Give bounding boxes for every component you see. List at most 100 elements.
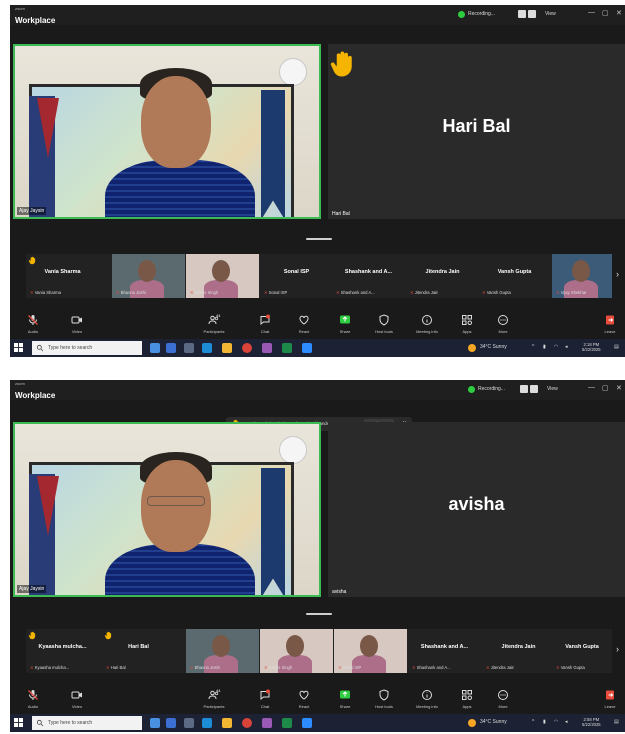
wifi-icon[interactable]: ◠ [554,344,558,350]
taskbar-search-box[interactable]: Type here to search [32,716,142,730]
taskbar-search-box[interactable]: Type here to search [32,341,142,355]
maximize-button[interactable]: ▢ [602,9,609,17]
gallery-resize-handle[interactable] [306,238,332,240]
meeting-info-button[interactable]: Meeting info [410,689,444,709]
participant-tile[interactable]: Vansh Gupta Vansh Gupta [478,254,551,298]
minimize-button[interactable]: — [588,9,595,16]
more-button[interactable]: More [486,689,520,709]
close-button[interactable]: ✕ [616,384,622,392]
windows-start-icon[interactable] [14,718,23,727]
close-button[interactable]: ✕ [616,9,622,17]
raised-hand-icon [330,51,352,77]
taskbar-app-icon[interactable] [150,343,160,353]
taskbar-app-icon[interactable] [184,343,194,353]
edge-icon[interactable] [202,718,212,728]
participant-tile[interactable]: Shashank and A... Shashank and A... [332,254,405,298]
excel-icon[interactable] [282,718,292,728]
taskbar-app-icon[interactable] [184,718,194,728]
participant-tile[interactable]: Kyaasha mulcha... Kyaasha mulcha... [26,629,99,673]
wifi-icon[interactable]: ◠ [554,719,558,725]
chevron-right-icon[interactable]: › [616,644,619,654]
participant-label: Bhavna Joshi [116,290,146,295]
participant-video-tile[interactable]: Kalani Singh [260,629,333,673]
stop-recording-button[interactable] [530,385,538,393]
participant-tile[interactable]: Vania Sharma Vania Sharma [26,254,99,298]
view-button[interactable]: View [547,386,558,392]
participant-video-tile[interactable]: Vijay Shekhar [552,254,612,298]
participant-label: Vansh Gupta [482,290,511,295]
share-button[interactable]: Share [328,314,362,334]
pause-recording-button[interactable] [520,385,528,393]
gallery-resize-handle[interactable] [306,613,332,615]
taskbar-app-icon[interactable] [262,718,272,728]
audio-button[interactable]: Audio [16,314,50,334]
taskbar-clock[interactable]: 2:58 PM 5/22/2025 [582,717,601,728]
volume-icon[interactable]: ◂ [565,719,568,725]
minimize-button[interactable]: — [588,384,595,391]
volume-icon[interactable]: ◂ [565,344,568,350]
notification-icon[interactable]: ▤ [614,344,619,350]
microphone-muted-icon [28,690,38,700]
zoom-icon[interactable] [302,343,312,353]
excel-icon[interactable] [282,343,292,353]
participant-strip: Vania Sharma Vania Sharma Bhavna Joshi K… [26,254,612,298]
chat-button[interactable]: Chat [248,689,282,709]
file-explorer-icon[interactable] [222,718,232,728]
chrome-icon[interactable] [242,718,252,728]
participant-tile[interactable]: Jitendra Jain Jitendra Jain [482,629,555,673]
participant-tile[interactable]: Hari Bal Hari Bal [102,629,175,673]
main-video-tile[interactable]: Ajay Jaysin [13,422,321,597]
participant-tile[interactable]: Jitendra Jain Jitendra Jain [406,254,479,298]
taskbar-app-icon[interactable] [166,343,176,353]
more-button[interactable]: More [486,314,520,334]
meeting-info-button[interactable]: Meeting info [410,314,444,334]
zoom-icon[interactable] [302,718,312,728]
active-speaker-name: Hari Bal [442,116,511,136]
taskbar-clock[interactable]: 2:18 PM 5/22/2025 [582,342,601,353]
taskbar-app-icon[interactable] [150,718,160,728]
host-tools-button[interactable]: Host tools [367,689,401,709]
main-video-tile[interactable]: Ajay Jaysin [13,44,321,219]
file-explorer-icon[interactable] [222,343,232,353]
network-icon[interactable]: ▮ [543,344,546,350]
participants-button[interactable]: 44 Participants [197,313,231,334]
edge-icon[interactable] [202,343,212,353]
host-tools-button[interactable]: Host tools [367,314,401,334]
leave-button[interactable]: Leave [596,689,624,709]
maximize-button[interactable]: ▢ [602,384,609,392]
participant-video-tile[interactable]: Bhavna Joshi [186,629,259,673]
participant-video-tile[interactable]: Bhavna Joshi [112,254,185,298]
participant-tile[interactable]: Vansh Gupta Vansh Gupta [552,629,612,673]
audio-button[interactable]: Audio [16,689,50,709]
chevron-right-icon[interactable]: › [616,269,619,279]
apps-button[interactable]: Apps [450,314,484,334]
leave-button[interactable]: Leave [596,314,624,334]
taskbar-app-icon[interactable] [166,718,176,728]
chrome-icon[interactable] [242,343,252,353]
windows-taskbar: Type here to search 34°C Sunny ^ ▮ ◠ ◂ 2… [10,339,625,357]
view-button[interactable]: View [545,11,556,17]
chevron-up-icon[interactable]: ^ [532,344,534,350]
chat-button[interactable]: Chat [248,314,282,334]
apps-button[interactable]: Apps [450,689,484,709]
participant-video-tile[interactable]: Kalani Singh [186,254,259,298]
active-speaker-tile[interactable]: Hari Bal Hari Bal [328,44,625,219]
windows-start-icon[interactable] [14,343,23,352]
participants-button[interactable]: 44 Participants [197,688,231,709]
more-dots-icon [498,315,508,325]
share-button[interactable]: Share [328,689,362,709]
pause-recording-button[interactable] [518,10,526,18]
stop-recording-button[interactable] [528,10,536,18]
participant-video-tile[interactable]: Sonal ISP [334,629,407,673]
notification-icon[interactable]: ▤ [614,719,619,725]
video-button[interactable]: Video [60,314,94,334]
taskbar-app-icon[interactable] [262,343,272,353]
chevron-up-icon[interactable]: ^ [532,719,534,725]
network-icon[interactable]: ▮ [543,719,546,725]
participant-tile[interactable]: Shashank and A... Shashank and A... [408,629,481,673]
react-button[interactable]: React [287,689,321,709]
participant-tile[interactable]: Sonal ISP Sonal ISP [260,254,333,298]
video-button[interactable]: Video [60,689,94,709]
react-button[interactable]: React [287,314,321,334]
active-speaker-tile[interactable]: avisha avisha [328,422,625,597]
